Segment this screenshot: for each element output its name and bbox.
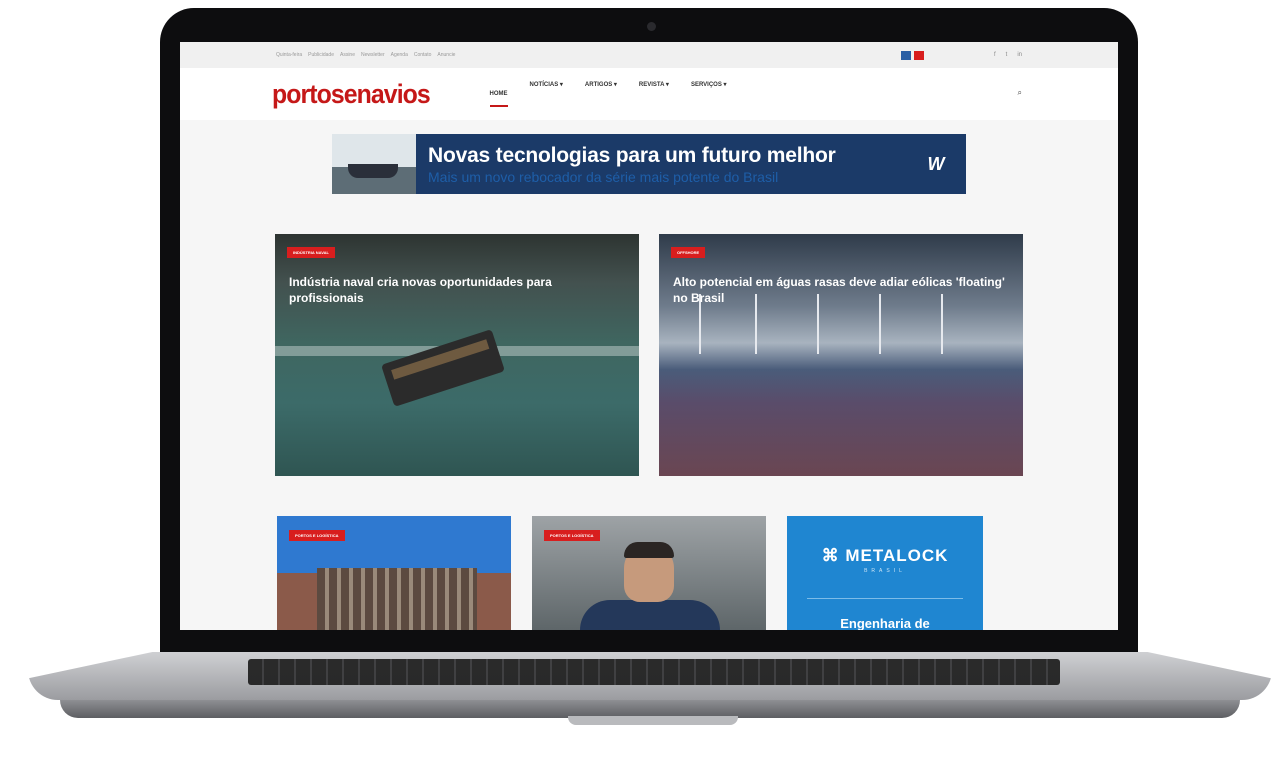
nav-item-artigos[interactable]: ARTIGOS ▾: [585, 81, 617, 107]
category-badge[interactable]: OFFSHORE: [671, 247, 706, 258]
logo-text: portosenavios: [272, 78, 431, 109]
facebook-icon[interactable]: f: [994, 52, 996, 58]
category-badge[interactable]: INDÚSTRIA NAVAL: [287, 247, 335, 258]
tugboat-image: [332, 134, 416, 194]
main-nav: portosenavios HOME NOTÍCIAS ▾ ARTIGOS ▾ …: [180, 68, 1118, 120]
metalock-ad[interactable]: ⌘ METALOCK BRASIL Engenharia de: [787, 516, 983, 630]
article-card[interactable]: PORTOS E LOGÍSTICA: [532, 516, 766, 630]
banner-headline: Novas tecnologias para um futuro melhor: [428, 143, 836, 167]
top-link[interactable]: Publicidade: [308, 52, 334, 58]
hero-article[interactable]: OFFSHORE Alto potencial em águas rasas d…: [659, 234, 1023, 476]
site-logo[interactable]: portosenavios: [272, 78, 431, 110]
ship-image: [381, 329, 505, 407]
nav-item-noticias[interactable]: NOTÍCIAS ▾: [530, 81, 563, 107]
facebook-square-icon[interactable]: [900, 50, 911, 60]
metalock-logo-icon: ⌘: [821, 546, 846, 565]
top-link[interactable]: Newsletter: [361, 52, 385, 58]
ad-brand: ⌘ METALOCK: [787, 546, 983, 566]
search-icon[interactable]: ⌕: [1018, 88, 1022, 98]
ad-sub: BRASIL: [864, 568, 906, 574]
linkedin-icon[interactable]: in: [1017, 52, 1022, 58]
camera-icon: [647, 22, 656, 31]
youtube-square-icon[interactable]: [913, 50, 924, 60]
banner-subheadline: Mais um novo rebocador da série mais pot…: [428, 168, 779, 185]
laptop-notch: [568, 716, 738, 725]
nav-item-home[interactable]: HOME: [489, 91, 508, 107]
person-suit: [580, 600, 720, 630]
ad-banner[interactable]: Novas tecnologias para um futuro melhor …: [332, 134, 966, 194]
category-badge[interactable]: PORTOS E LOGÍSTICA: [544, 530, 600, 541]
top-link[interactable]: Contato: [414, 52, 432, 58]
top-link[interactable]: Agenda: [391, 52, 408, 58]
banner-brand-logo: W: [927, 153, 945, 174]
top-link[interactable]: Quinta-feira: [276, 52, 302, 58]
browser-screen: Quinta-feira Publicidade Assine Newslett…: [180, 42, 1118, 630]
article-card[interactable]: PORTOS E LOGÍSTICA: [277, 516, 511, 630]
top-bar: Quinta-feira Publicidade Assine Newslett…: [180, 42, 1118, 68]
laptop-mockup: Quinta-feira Publicidade Assine Newslett…: [0, 0, 1272, 757]
industrial-building-image: [317, 568, 477, 630]
category-badge[interactable]: PORTOS E LOGÍSTICA: [289, 530, 345, 541]
twitter-icon[interactable]: t: [1006, 52, 1008, 58]
nav-item-servicos[interactable]: SERVIÇOS ▾: [691, 81, 727, 107]
divider: [807, 598, 963, 599]
ad-brand-text: METALOCK: [845, 546, 949, 565]
article-title[interactable]: Indústria naval cria novas oportunidades…: [289, 274, 627, 306]
top-links: Quinta-feira Publicidade Assine Newslett…: [276, 52, 898, 58]
nav-menu: HOME NOTÍCIAS ▾ ARTIGOS ▾ REVISTA ▾ SERV…: [489, 81, 727, 107]
person-hair: [624, 542, 674, 558]
article-title[interactable]: Alto potencial em águas rasas deve adiar…: [673, 274, 1011, 306]
social-links: f t in: [994, 52, 1022, 58]
ad-text: Engenharia de: [840, 616, 930, 630]
top-link[interactable]: Anuncie: [437, 52, 455, 58]
top-link[interactable]: Assine: [340, 52, 355, 58]
nav-item-revista[interactable]: REVISTA ▾: [639, 81, 669, 107]
hero-article[interactable]: INDÚSTRIA NAVAL Indústria naval cria nov…: [275, 234, 639, 476]
keyboard: [248, 659, 1060, 685]
banner-text: Novas tecnologias para um futuro melhor …: [416, 144, 906, 185]
